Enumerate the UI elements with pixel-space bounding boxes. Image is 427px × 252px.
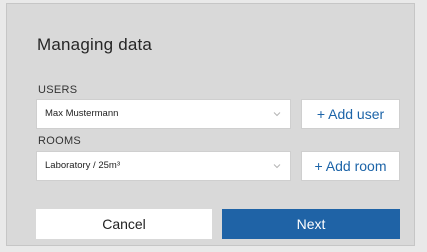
chevron-down-icon [273, 164, 281, 169]
dialog-title: Managing data [37, 35, 153, 54]
add-user-button[interactable]: + Add user [301, 99, 400, 129]
users-select[interactable]: Max Mustermann [36, 99, 291, 129]
next-button[interactable]: Next [222, 209, 400, 239]
managing-data-dialog: Managing data USERS Max Mustermann + Add… [6, 3, 415, 246]
rooms-select-value: Laboratory / 25m³ [45, 160, 120, 171]
cancel-button[interactable]: Cancel [36, 209, 212, 239]
chevron-down-icon [273, 112, 281, 117]
users-label: USERS [38, 84, 78, 96]
add-room-button[interactable]: + Add room [301, 151, 400, 181]
users-select-value: Max Mustermann [45, 108, 119, 119]
rooms-label: ROOMS [38, 135, 82, 147]
rooms-select[interactable]: Laboratory / 25m³ [36, 151, 291, 181]
